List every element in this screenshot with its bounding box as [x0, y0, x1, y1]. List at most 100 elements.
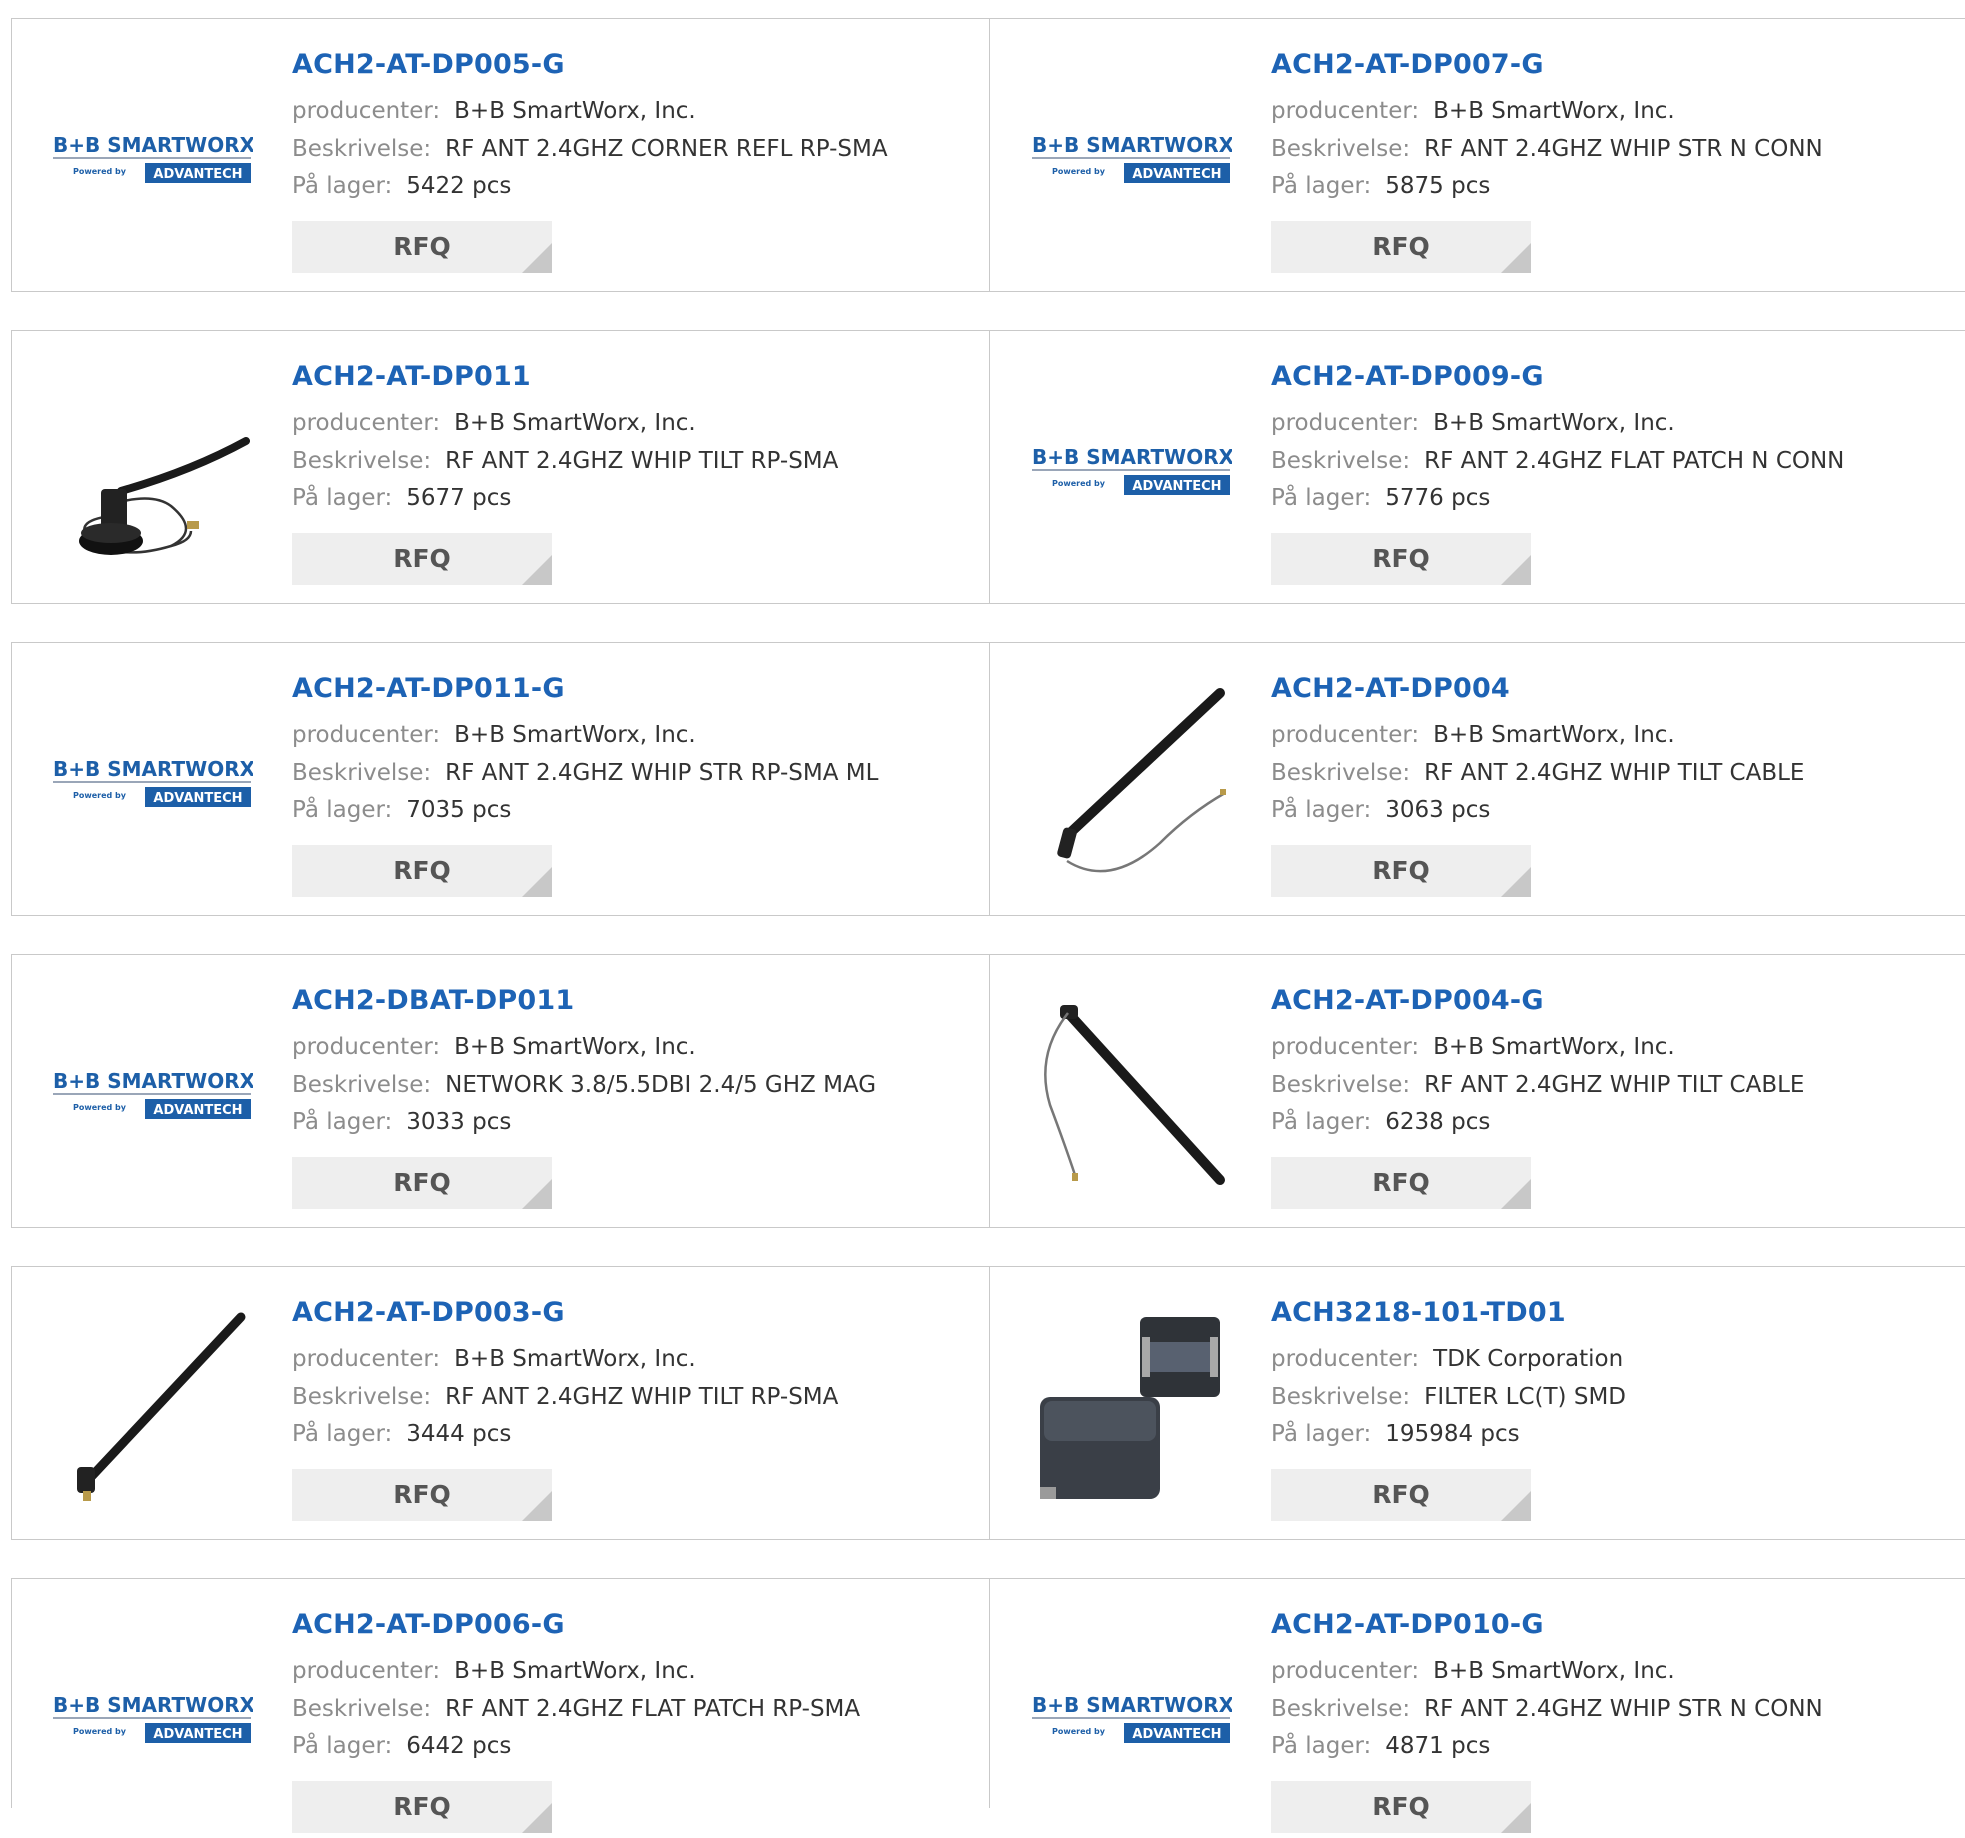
- rfq-button[interactable]: RFQ: [1271, 845, 1531, 897]
- stock-row: På lager: 5422 pcs: [292, 171, 511, 201]
- product-card: B+B SMARTWORX Powered by ADVANTECH ACH2-AT…: [11, 643, 990, 915]
- manufacturer-row: producenter: B+B SmartWorx, Inc.: [292, 1032, 696, 1062]
- stock-label: På lager:: [1271, 1109, 1372, 1135]
- stock-value: 6238 pcs: [1385, 1109, 1491, 1135]
- product-row: B+B SMARTWORX Powered by ADVANTECH ACH2-AT…: [11, 1578, 1965, 1833]
- product-title-link[interactable]: ACH2-AT-DP005-G: [292, 49, 565, 80]
- rfq-button-label: RFQ: [1372, 232, 1430, 261]
- description-row: Beskrivelse: RF ANT 2.4GHZ WHIP TILT RP-S…: [292, 1382, 838, 1412]
- product-title-link[interactable]: ACH2-AT-DP007-G: [1271, 49, 1544, 80]
- product-title-link[interactable]: ACH2-AT-DP003-G: [292, 1297, 565, 1328]
- bb-smartworx-logo[interactable]: B+B SMARTWORX Powered by ADVANTECH: [51, 683, 253, 885]
- stock-label: På lager:: [1271, 485, 1372, 511]
- magnetic-antenna-photo[interactable]: [51, 371, 253, 573]
- rfq-corner-fold: [1501, 1803, 1531, 1833]
- description-label: Beskrivelse:: [292, 760, 432, 786]
- stock-row: På lager: 3063 pcs: [1271, 795, 1490, 825]
- product-grid: B+B SMARTWORX Powered by ADVANTECH ACH2-AT…: [11, 18, 1965, 1833]
- manufacturer-value: B+B SmartWorx, Inc.: [454, 98, 696, 124]
- stock-value: 195984 pcs: [1385, 1421, 1520, 1447]
- description-row: Beskrivelse: FILTER LC(T) SMD: [1271, 1382, 1626, 1412]
- product-title-link[interactable]: ACH2-AT-DP011: [292, 361, 531, 392]
- product-card: B+B SMARTWORX Powered by ADVANTECH ACH2-AT…: [989, 19, 1965, 291]
- manufacturer-label: producenter:: [1271, 722, 1420, 748]
- rfq-button-label: RFQ: [1372, 544, 1430, 573]
- product-card: B+B SMARTWORX Powered by ADVANTECH ACH2-AT…: [989, 331, 1965, 603]
- description-value: RF ANT 2.4GHZ WHIP TILT CABLE: [1424, 760, 1805, 786]
- stock-label: På lager:: [1271, 1733, 1372, 1759]
- rfq-button[interactable]: RFQ: [1271, 221, 1531, 273]
- rfq-button-label: RFQ: [393, 1792, 451, 1821]
- stock-label: På lager:: [292, 1733, 393, 1759]
- rfq-button[interactable]: RFQ: [292, 1157, 552, 1209]
- stock-value: 3063 pcs: [1385, 797, 1491, 823]
- rfq-button[interactable]: RFQ: [292, 533, 552, 585]
- manufacturer-value: B+B SmartWorx, Inc.: [1433, 1034, 1675, 1060]
- svg-text:Powered by: Powered by: [1052, 479, 1106, 488]
- rfq-corner-fold: [522, 243, 552, 273]
- product-title-link[interactable]: ACH2-AT-DP009-G: [1271, 361, 1544, 392]
- stock-value: 5422 pcs: [406, 173, 512, 199]
- manufacturer-value: TDK Corporation: [1433, 1346, 1624, 1372]
- description-label: Beskrivelse:: [292, 1072, 432, 1098]
- smd-filter-photo[interactable]: [1030, 1307, 1232, 1509]
- description-row: Beskrivelse: RF ANT 2.4GHZ WHIP TILT RP-S…: [292, 446, 838, 476]
- bb-smartworx-logo[interactable]: B+B SMARTWORX Powered by ADVANTECH: [1030, 371, 1232, 573]
- cable-antenna-photo[interactable]: [1030, 683, 1232, 885]
- product-title-link[interactable]: ACH3218-101-TD01: [1271, 1297, 1566, 1328]
- rfq-button[interactable]: RFQ: [292, 221, 552, 273]
- description-row: Beskrivelse: NETWORK 3.8/5.5DBI 2.4/5 GHZ…: [292, 1070, 876, 1100]
- product-title-link[interactable]: ACH2-AT-DP004: [1271, 673, 1510, 704]
- svg-text:ADVANTECH: ADVANTECH: [153, 791, 242, 806]
- rfq-button-label: RFQ: [1372, 1480, 1430, 1509]
- manufacturer-label: producenter:: [292, 98, 441, 124]
- svg-text:ADVANTECH: ADVANTECH: [153, 1103, 242, 1118]
- rfq-corner-fold: [522, 867, 552, 897]
- description-row: Beskrivelse: RF ANT 2.4GHZ CORNER REFL RP…: [292, 134, 888, 164]
- manufacturer-label: producenter:: [1271, 410, 1420, 436]
- bb-smartworx-logo[interactable]: B+B SMARTWORX Powered by ADVANTECH: [1030, 1619, 1232, 1821]
- description-label: Beskrivelse:: [1271, 760, 1411, 786]
- description-label: Beskrivelse:: [292, 448, 432, 474]
- cable-antenna-photo-2[interactable]: [1030, 995, 1232, 1197]
- product-card: ACH2-AT-DP004-G producenter: B+B SmartWor…: [989, 955, 1965, 1227]
- description-value: RF ANT 2.4GHZ WHIP STR N CONN: [1424, 136, 1823, 162]
- bb-smartworx-logo[interactable]: B+B SMARTWORX Powered by ADVANTECH: [1030, 59, 1232, 261]
- rfq-corner-fold: [1501, 867, 1531, 897]
- bb-smartworx-logo[interactable]: B+B SMARTWORX Powered by ADVANTECH: [51, 59, 253, 261]
- bb-smartworx-logo[interactable]: B+B SMARTWORX Powered by ADVANTECH: [51, 995, 253, 1197]
- rfq-button[interactable]: RFQ: [1271, 1469, 1531, 1521]
- whip-antenna-photo[interactable]: [51, 1307, 253, 1509]
- product-title-link[interactable]: ACH2-DBAT-DP011: [292, 985, 574, 1016]
- rfq-button[interactable]: RFQ: [1271, 533, 1531, 585]
- stock-label: På lager:: [292, 797, 393, 823]
- description-row: Beskrivelse: RF ANT 2.4GHZ WHIP STR RP-SM…: [292, 758, 878, 788]
- rfq-button[interactable]: RFQ: [292, 1781, 552, 1833]
- stock-value: 4871 pcs: [1385, 1733, 1491, 1759]
- bb-smartworx-logo[interactable]: B+B SMARTWORX Powered by ADVANTECH: [51, 1619, 253, 1821]
- rfq-corner-fold: [522, 1179, 552, 1209]
- manufacturer-row: producenter: B+B SmartWorx, Inc.: [1271, 408, 1675, 438]
- manufacturer-value: B+B SmartWorx, Inc.: [454, 1346, 696, 1372]
- rfq-button[interactable]: RFQ: [1271, 1157, 1531, 1209]
- product-title-link[interactable]: ACH2-AT-DP011-G: [292, 673, 565, 704]
- rfq-button-label: RFQ: [393, 1480, 451, 1509]
- rfq-button[interactable]: RFQ: [292, 845, 552, 897]
- stock-value: 3033 pcs: [406, 1109, 512, 1135]
- manufacturer-value: B+B SmartWorx, Inc.: [454, 410, 696, 436]
- rfq-button[interactable]: RFQ: [292, 1469, 552, 1521]
- rfq-button-label: RFQ: [1372, 856, 1430, 885]
- product-title-link[interactable]: ACH2-AT-DP006-G: [292, 1609, 565, 1640]
- product-title-link[interactable]: ACH2-AT-DP004-G: [1271, 985, 1544, 1016]
- rfq-button[interactable]: RFQ: [1271, 1781, 1531, 1833]
- svg-text:B+B SMARTWORX: B+B SMARTWORX: [1032, 133, 1232, 157]
- description-value: RF ANT 2.4GHZ FLAT PATCH RP-SMA: [445, 1696, 861, 1722]
- product-row: B+B SMARTWORX Powered by ADVANTECH ACH2-DB…: [11, 954, 1965, 1228]
- manufacturer-value: B+B SmartWorx, Inc.: [454, 1658, 696, 1684]
- description-label: Beskrivelse:: [1271, 448, 1411, 474]
- description-label: Beskrivelse:: [1271, 1384, 1411, 1410]
- description-row: Beskrivelse: RF ANT 2.4GHZ WHIP STR N CON…: [1271, 1694, 1823, 1724]
- description-label: Beskrivelse:: [292, 1384, 432, 1410]
- description-value: RF ANT 2.4GHZ WHIP TILT RP-SMA: [445, 1384, 839, 1410]
- product-title-link[interactable]: ACH2-AT-DP010-G: [1271, 1609, 1544, 1640]
